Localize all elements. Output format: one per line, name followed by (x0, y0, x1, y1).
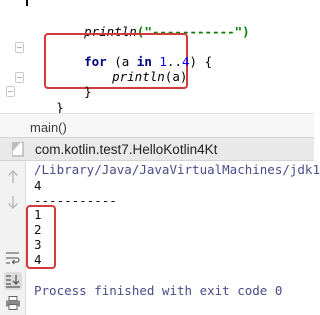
text-caret (26, 0, 28, 6)
console-line-process-finished: Process finished with exit code 0 (34, 283, 283, 298)
down-arrow-icon[interactable] (4, 193, 22, 211)
loop-open-brace: ) { (189, 54, 213, 69)
console-line: 2 (34, 222, 42, 237)
breadcrumb[interactable]: main() (0, 113, 314, 137)
block-close-brace: } (84, 84, 92, 99)
console-line-java-path: /Library/Java/JavaVirtualMachines/jdk1.8 (34, 162, 320, 177)
breadcrumb-item-main[interactable]: main() (30, 120, 67, 135)
code-editor[interactable]: println("-----------") for (a in 1..4) {… (0, 0, 314, 115)
function-name: println (112, 69, 165, 84)
fold-marker-icon[interactable] (15, 72, 24, 83)
console-line: 4 (34, 178, 42, 193)
trash-icon[interactable] (4, 311, 22, 315)
up-arrow-icon[interactable] (4, 168, 22, 186)
code-line-println-a: println(a) (82, 53, 187, 101)
console-line: 4 (34, 252, 42, 267)
fold-marker-icon[interactable] (6, 86, 15, 97)
scroll-to-end-icon[interactable] (4, 272, 22, 290)
console-line: 1 (34, 207, 42, 222)
console-output[interactable]: /Library/Java/JavaVirtualMachines/jdk1.8… (26, 161, 320, 315)
fold-marker-icon[interactable] (15, 42, 24, 53)
soft-wrap-icon[interactable] (4, 249, 22, 267)
run-configuration-name[interactable]: com.kotlin.test7.HelloKotlin4Kt (35, 142, 217, 157)
function-args: (a) (164, 69, 188, 84)
print-icon[interactable] (4, 294, 22, 312)
kotlin-file-icon (12, 142, 24, 157)
console-toolbar (0, 161, 26, 315)
console-line: 3 (34, 237, 42, 252)
run-tab[interactable]: com.kotlin.test7.HelloKotlin4Kt (0, 137, 314, 161)
